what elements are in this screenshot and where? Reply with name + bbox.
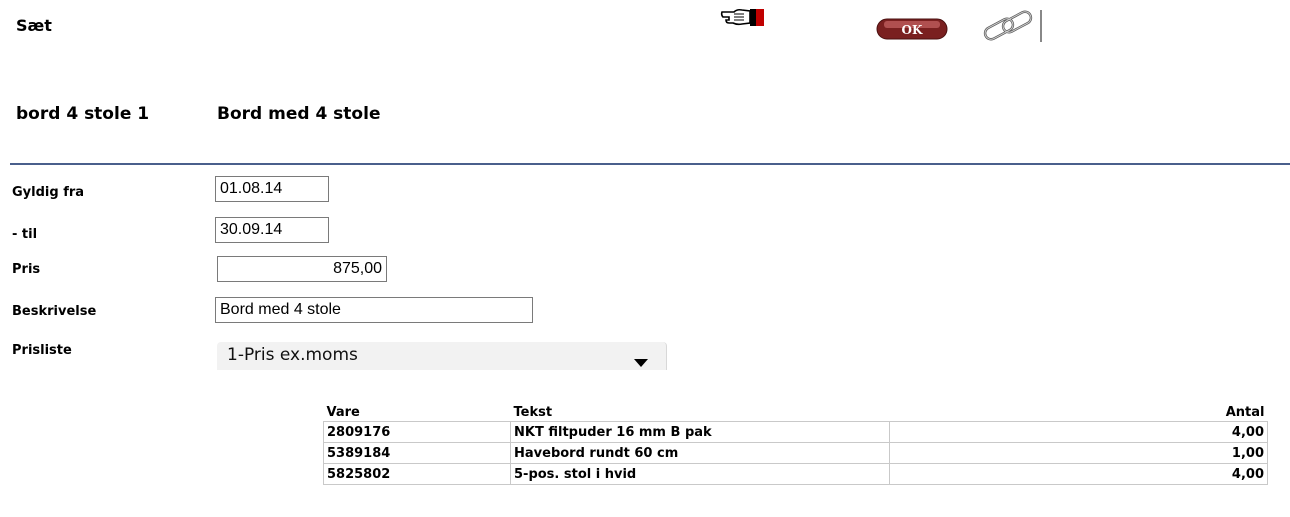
table-row[interactable]: 2809176 NKT filtpuder 16 mm B pak 4,00 — [323, 421, 1268, 443]
column-header-antal: Antal — [1225, 404, 1265, 420]
valid-from-field[interactable]: 01.08.14 — [215, 176, 329, 202]
description-label: Beskrivelse — [12, 304, 97, 319]
item-text: NKT filtpuder 16 mm B pak — [510, 421, 890, 443]
pricelist-select[interactable]: 1-Pris ex.moms — [217, 342, 667, 370]
chevron-down-icon — [634, 359, 648, 367]
item-number: 5825802 — [323, 463, 511, 485]
valid-to-label: - til — [12, 227, 38, 242]
item-number: 5389184 — [323, 442, 511, 464]
toolbar-separator — [1040, 10, 1042, 42]
table-row[interactable]: 5389184 Havebord rundt 60 cm 1,00 — [323, 442, 1268, 464]
ok-button-label: OK — [902, 23, 923, 37]
description-field[interactable]: Bord med 4 stole — [215, 297, 533, 323]
item-quantity: 4,00 — [889, 463, 1268, 485]
set-name: Bord med 4 stole — [217, 104, 381, 124]
column-header-vare: Vare — [326, 404, 360, 420]
price-label: Pris — [12, 262, 41, 277]
pricelist-value: 1-Pris ex.moms — [227, 345, 358, 365]
table-row[interactable]: 5825802 5-pos. stol i hvid 4,00 — [323, 463, 1268, 485]
item-quantity: 1,00 — [889, 442, 1268, 464]
item-text: 5-pos. stol i hvid — [510, 463, 890, 485]
pointing-hand-icon[interactable] — [720, 5, 766, 31]
ok-button[interactable]: OK — [876, 18, 948, 40]
price-field[interactable]: 875,00 — [217, 256, 387, 282]
set-lines-table: Vare Tekst Antal 2809176 NKT filtpuder 1… — [323, 403, 1268, 485]
pricelist-label: Prisliste — [12, 343, 72, 358]
item-text: Havebord rundt 60 cm — [510, 442, 890, 464]
item-number: 2809176 — [323, 421, 511, 443]
set-code: bord 4 stole 1 — [16, 104, 150, 124]
valid-to-field[interactable]: 30.09.14 — [215, 217, 329, 243]
page-title: Sæt — [16, 16, 52, 35]
table-header-row: Vare Tekst Antal — [324, 403, 1268, 422]
item-quantity: 4,00 — [889, 421, 1268, 443]
valid-from-label: Gyldig fra — [12, 185, 85, 200]
chain-link-icon[interactable] — [980, 10, 1042, 42]
column-header-tekst: Tekst — [513, 404, 553, 420]
section-divider — [10, 163, 1290, 165]
